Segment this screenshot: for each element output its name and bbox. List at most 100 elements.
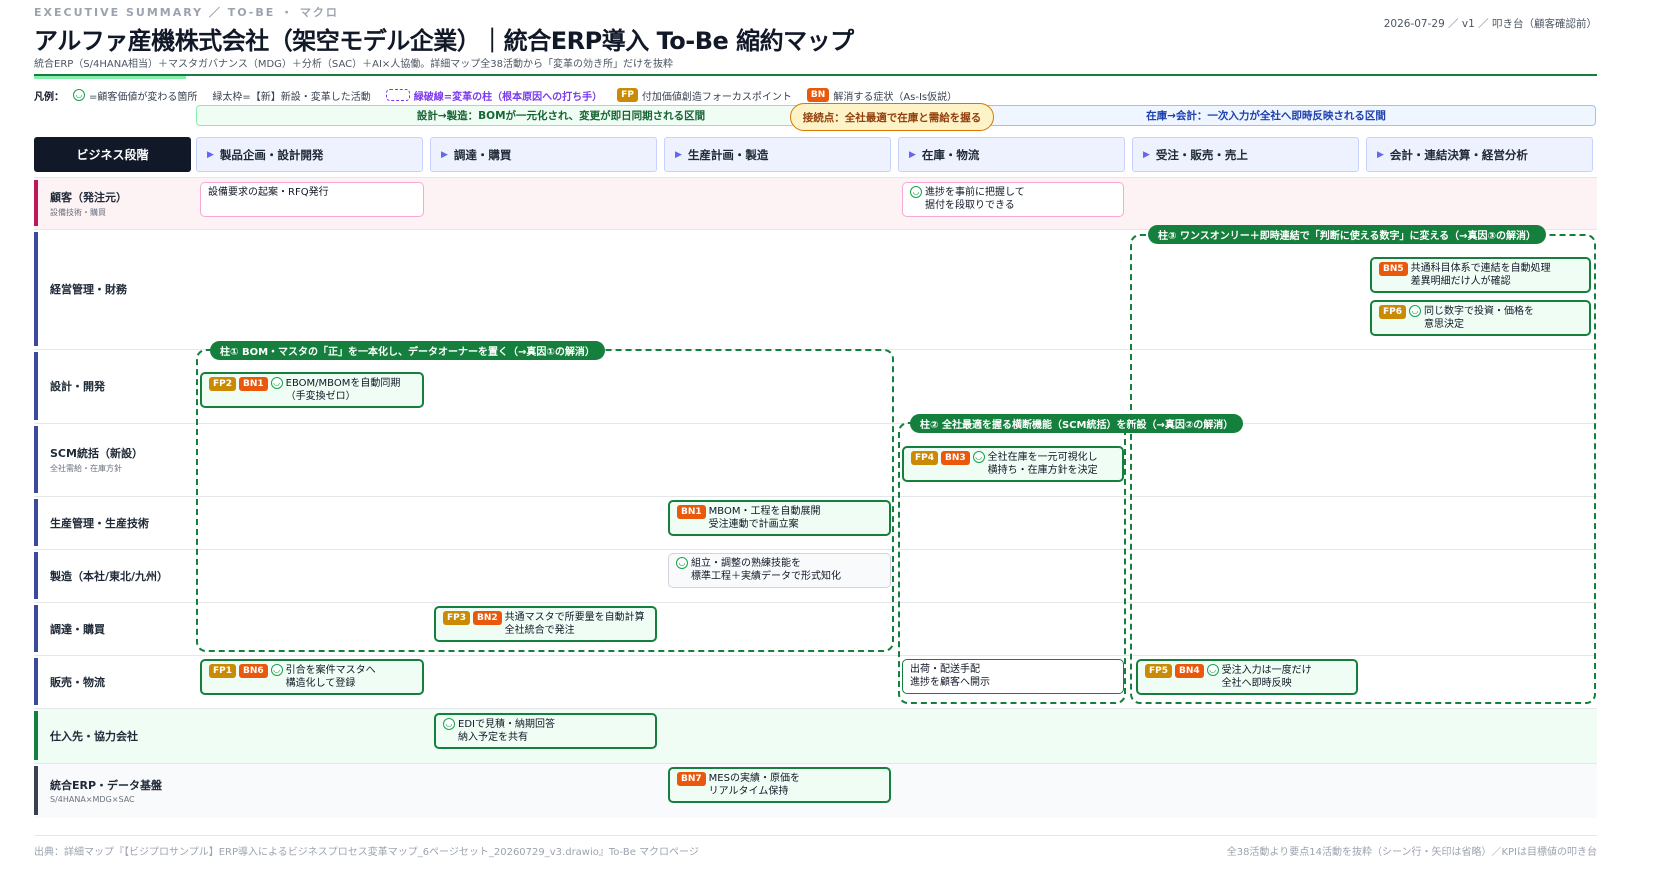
triangle-right-icon: ▶ [207,149,214,160]
activity-mes-costing[interactable]: BN7 MESの実績・原価を リアルタイム保持 [668,767,891,803]
activity-text: 全社在庫を一元可視化し 横持ち・在庫方針を決定 [987,452,1098,476]
column-label: 会計・連結決算・経営分析 [1389,147,1528,162]
activity-edi-quote[interactable]: ◡ EDIで見積・納期回答 納入予定を共有 [434,713,657,749]
fp-tag: FP1 [209,664,237,678]
legend-lead: 凡例： [34,91,64,103]
pillar-1-label: 柱① BOM・マスタの「正」を一本化し、データオーナーを置く（→真因①の解消） [210,341,605,360]
scope-note: 全38活動より要点14活動を抜粋（シーン行・矢印は省略）／KPIは目標値の叩き台 [1226,847,1597,858]
activity-text: MBOM・工程を自動展開 受注連動で計画立案 [708,506,821,530]
eyebrow: EXECUTIVE SUMMARY ／ TO-BE ・ マクロ [34,6,339,19]
column-label: 生産計画・製造 [687,147,769,162]
activity-inquiry-registration[interactable]: FP1 BN6 ◡ 引合を案件マスタへ 構造化して登録 [200,659,424,695]
activity-rfq[interactable]: 設備要求の起案・RFQ発行 [200,182,424,217]
legend-bold-text: 緑太枠=【新】新設・変革した活動 [212,91,371,103]
lane-sub: 設備技術・購買 [50,207,106,217]
lane-label-scm: SCM統括（新設） 全社需給・在庫方針 [34,426,184,493]
smile-icon: ◡ [1206,664,1219,676]
fp-tag: FP5 [1145,664,1173,678]
bn-tag: BN1 [239,377,268,391]
activity-shipping[interactable]: 出荷・配送手配 進捗を顧客へ開示 [902,659,1124,694]
legend-bn: BN 解消する症状（As-Is仮説） [806,88,958,103]
activity-order-entry[interactable]: FP5 BN4 ◡ 受注入力は一度だけ 全社へ即時反映 [1136,659,1358,695]
fp-tag: FP6 [1379,305,1407,319]
bn-tag: BN6 [239,664,268,678]
triangle-right-icon: ▶ [441,149,448,160]
fp-tag: FP3 [443,611,471,625]
legend-fp-text: 付加価値創造フォーカスポイント [641,91,792,103]
lane-band-suppliers [34,708,1597,763]
activity-text: 引合を案件マスタへ 構造化して登録 [285,665,376,689]
legend-bn-text: 解消する症状（As-Is仮説） [833,91,958,103]
lane-label-design: 設計・開発 [34,352,184,420]
lane-label-erp: 統合ERP・データ基盤 S/4HANA×MDG×SAC [34,766,184,815]
legend-smile: ◡ =顧客価値が変わる箇所 [73,88,197,103]
lane-name: 設計・開発 [50,380,105,393]
bn-tag: BN [806,88,830,102]
legend: 凡例： ◡ =顧客価値が変わる箇所 緑太枠=【新】新設・変革した活動 緑破線=変… [34,87,967,103]
activity-text: 出荷・配送手配 進捗を顧客へ開示 [910,664,990,688]
activity-auto-mrp[interactable]: FP3 BN2 共通マスタで所要量を自動計算 全社統合で発注 [434,606,657,642]
smile-icon: ◡ [676,557,688,569]
lane-sub: 全社需給・在庫方針 [50,464,122,473]
version-meta: 2026-07-29 ／ v1 ／ 叩き台（顧客確認前） [1383,18,1597,30]
lane-name: 経営管理・財務 [50,283,127,296]
column-header-design: ▶ 製品企画・設計開発 [196,137,423,172]
activity-skill-codification[interactable]: ◡ 組立・調整の熟練技能を 標準工程＋実績データで形式知化 [668,553,891,588]
activity-text: 共通マスタで所要量を自動計算 全社統合で発注 [504,612,645,636]
smile-icon: ◡ [910,186,922,198]
triangle-right-icon: ▶ [675,149,682,160]
activity-text: 設備要求の起案・RFQ発行 [208,187,329,198]
lane-label-customer: 顧客（発注元） 設備技術・購買 [34,180,184,226]
triangle-right-icon: ▶ [1143,149,1150,160]
activity-text: MESの実績・原価を リアルタイム保持 [708,773,800,797]
lane-label-manufacturing: 製造（本社/東北/九州） [34,552,184,599]
column-header-sales: ▶ 受注・販売・売上 [1132,137,1359,172]
activity-text: EBOM/MBOMを自動同期 （手変換ゼロ） [285,378,401,402]
column-header-production: ▶ 生産計画・製造 [664,137,891,172]
dashed-border-icon [385,89,410,101]
activity-mbom-expansion[interactable]: BN1 MBOM・工程を自動展開 受注連動で計画立案 [668,500,891,536]
activity-progress-visibility[interactable]: ◡ 進捗を事前に把握して 据付を段取りできる [902,182,1124,217]
column-label: 受注・販売・売上 [1155,147,1248,162]
activity-text: 同じ数字で投資・価格を 意思決定 [1424,306,1535,330]
activity-bom-sync[interactable]: FP2 BN1 ◡ EBOM/MBOMを自動同期 （手変換ゼロ） [200,372,424,408]
smile-icon: ◡ [270,664,283,676]
activity-text: 組立・調整の熟練技能を 標準工程＋実績データで形式知化 [691,558,841,582]
title-divider [34,74,1597,76]
activity-text: 共通科目体系で連結を自動処理 差異明細だけ人が確認 [1410,263,1551,287]
lane-label-procurement: 調達・購買 [34,605,184,652]
bn-tag: BN3 [941,451,970,465]
lane-name: 販売・物流 [50,675,105,689]
legend-pillar: 緑破線=変革の柱（根本原因への打ち手） [385,88,603,103]
activity-auto-consolidation[interactable]: BN5 共通科目体系で連結を自動処理 差異明細だけ人が確認 [1370,257,1591,293]
lane-label-suppliers: 仕入先・協力会社 [34,711,184,760]
lane-name: 製造（本社/東北/九州） [50,569,169,583]
legend-pillar-text: 緑破線=変革の柱（根本原因への打ち手） [413,91,603,103]
lane-name: 調達・購買 [50,622,105,636]
lane-name: 生産管理・生産技術 [50,516,149,530]
lane-name: 顧客（発注元） [50,190,127,204]
legend-smile-text: =顧客価値が変わる箇所 [89,91,198,103]
column-header-procurement: ▶ 調達・購買 [430,137,657,172]
legend-bold: 緑太枠=【新】新設・変革した活動 [212,88,370,103]
page-subtitle: 統合ERP（S/4HANA相当）＋マスタガバナンス（MDG）＋分析（SAC）＋A… [34,59,674,70]
lane-sub: S/4HANA×MDG×SAC [50,795,135,804]
junction-badge: 接続点：全社最適で在庫と需給を握る [790,103,994,131]
stage-header: ビジネス段階 [34,137,191,172]
activity-text: 受注入力は一度だけ 全社へ即時反映 [1221,665,1312,689]
activity-investment-decision[interactable]: FP6 ◡ 同じ数字で投資・価格を 意思決定 [1370,300,1591,336]
footer-divider [34,835,1597,836]
lane-name: SCM統括（新設） [50,447,143,460]
triangle-right-icon: ▶ [909,149,916,160]
zone-inventory-to-accounting: 在庫→会計：一次入力が全社へ即時反映される区間 [936,105,1596,126]
smile-icon: ◡ [73,89,85,101]
lane-name: 統合ERP・データ基盤 [50,779,163,792]
column-header-inventory: ▶ 在庫・物流 [898,137,1125,172]
smile-icon: ◡ [443,718,455,730]
activity-text: EDIで見積・納期回答 納入予定を共有 [458,719,555,743]
lane-label-management: 経営管理・財務 [34,232,184,346]
column-label: 製品企画・設計開発 [219,147,324,162]
pillar-3-label: 柱③ ワンスオンリー＋即時連結で「判断に使える数字」に変える（→真因③の解消） [1148,225,1546,244]
activity-inventory-visibility[interactable]: FP4 BN3 ◡ 全社在庫を一元可視化し 横持ち・在庫方針を決定 [902,446,1124,482]
lane-name: 仕入先・協力会社 [50,729,138,743]
